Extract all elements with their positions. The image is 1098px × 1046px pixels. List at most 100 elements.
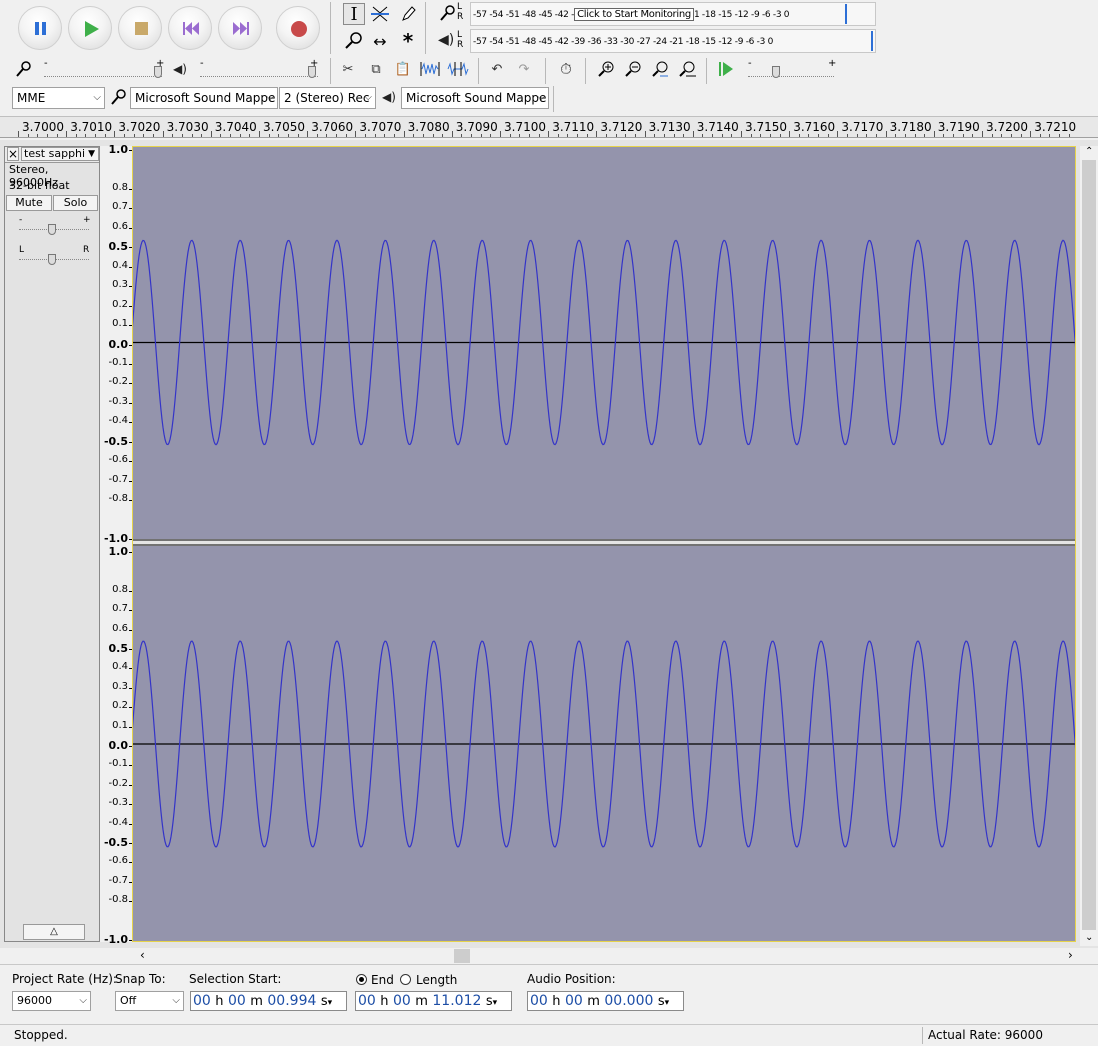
scroll-left-icon[interactable]: ‹ — [140, 948, 145, 962]
silence-button[interactable] — [446, 58, 470, 80]
sync-lock-button[interactable]: ⏱ — [554, 58, 578, 80]
copy-icon: ⧉ — [371, 61, 381, 77]
ruler-tick — [953, 134, 955, 137]
stop-icon — [135, 22, 148, 35]
gain-slider-thumb[interactable] — [48, 224, 56, 235]
end-radio[interactable] — [356, 974, 367, 985]
playback-volume-thumb[interactable] — [308, 66, 316, 78]
paste-button[interactable]: 📋 — [391, 58, 415, 80]
time-shift-tool[interactable]: ↔ — [369, 30, 391, 52]
scroll-down-icon[interactable]: ⌄ — [1085, 932, 1093, 943]
zoom-out-button[interactable] — [621, 58, 645, 80]
project-rate-select[interactable]: 96000 ⌵ — [12, 991, 91, 1011]
playback-volume-slider[interactable] — [200, 64, 318, 77]
amplitude-ruler[interactable]: 1.0 0.8 0.7 0.6 0.5 0.4 0.3 0.2 0.1 0.0 -0.1 -0.2 -0… — [100, 143, 132, 946]
envelope-tool[interactable] — [369, 3, 391, 25]
stop-button[interactable] — [118, 6, 162, 50]
recording-volume-slider[interactable] — [44, 64, 162, 77]
ruler-tick — [451, 131, 453, 137]
solo-button[interactable]: Solo — [53, 195, 98, 211]
close-track-button[interactable]: × — [7, 147, 19, 161]
snap-to-label: Snap To: — [115, 972, 166, 986]
skip-to-start-button[interactable] — [168, 6, 212, 50]
monitoring-tooltip[interactable]: Click to Start Monitoring — [574, 8, 694, 21]
fit-project-button[interactable] — [675, 58, 699, 80]
selection-end-field[interactable]: 00 h 00 m 11.012 s▾ — [355, 991, 512, 1011]
ruler-tick — [374, 134, 376, 137]
redo-button[interactable]: ↷ — [512, 58, 536, 80]
amplitude-label: -0.8 — [108, 493, 128, 505]
mute-button[interactable]: Mute — [6, 195, 52, 211]
ruler-tick — [27, 134, 29, 137]
record-button[interactable] — [276, 6, 320, 50]
ruler-tick — [422, 134, 424, 137]
separator — [585, 58, 586, 84]
multi-tool[interactable]: * — [397, 29, 419, 53]
ruler-tick — [914, 134, 916, 137]
scroll-right-icon[interactable]: › — [1068, 948, 1073, 962]
vertical-scroll-thumb[interactable] — [1082, 160, 1096, 930]
play-speed-thumb[interactable] — [772, 66, 780, 78]
project-rate-value: 96000 — [17, 994, 52, 1007]
ruler-tick — [933, 131, 935, 137]
horizontal-scroll-thumb[interactable] — [454, 949, 470, 963]
audio-position-field[interactable]: 00 h 00 m 00.000 s▾ — [527, 991, 684, 1011]
recording-channels-select[interactable]: 2 (Stereo) Rec ⌵ — [279, 87, 376, 109]
ruler-tick — [856, 134, 858, 137]
scissors-icon: ✂ — [342, 61, 354, 77]
ruler-tick — [220, 134, 222, 137]
play-button[interactable] — [68, 6, 112, 50]
speaker-icon: ◀) — [173, 62, 187, 76]
collapse-track-button[interactable]: △ — [23, 924, 85, 940]
recording-volume-thumb[interactable] — [154, 66, 162, 78]
snap-to-select[interactable]: Off ⌵ — [115, 991, 184, 1011]
ruler-tick — [85, 134, 87, 137]
length-radio[interactable] — [400, 974, 411, 985]
play-speed-slider[interactable] — [748, 64, 834, 77]
amplitude-label: -0.5 — [103, 836, 128, 849]
cut-button[interactable]: ✂ — [336, 58, 360, 80]
speaker-icon: ◀) — [382, 90, 396, 104]
amplitude-label: -0.6 — [108, 454, 128, 466]
length-label: Length — [416, 973, 458, 987]
trim-button[interactable] — [418, 58, 442, 80]
amplitude-label: 0.6 — [112, 622, 128, 634]
ruler-tick — [152, 134, 154, 137]
unit-m: m — [587, 994, 600, 1009]
ruler-tick — [837, 131, 839, 137]
timeline-ruler[interactable]: 3.7000 3.7010 3.7020 3.7030 3.7040 3.7050 3.70… — [0, 116, 1098, 138]
track-control-panel[interactable]: × test sapphi ▼ Stereo, 96000Hz 32-bit fl… — [4, 146, 100, 942]
position-minutes: 00 — [564, 993, 583, 1009]
selection-tool[interactable]: I — [343, 3, 365, 25]
playback-device-select[interactable]: Microsoft Sound Mappe ⌵ — [401, 87, 549, 109]
track-menu-button[interactable]: test sapphi ▼ — [21, 147, 99, 161]
fit-selection-button[interactable] — [648, 58, 672, 80]
horizontal-scrollbar[interactable]: ‹ › — [132, 948, 1080, 964]
draw-tool[interactable] — [397, 3, 419, 25]
ruler-tick — [779, 134, 781, 137]
selection-start-field[interactable]: 00 h 00 m 00.994 s▾ — [190, 991, 347, 1011]
undo-button[interactable]: ↶ — [485, 58, 509, 80]
scroll-up-icon[interactable]: ⌃ — [1085, 146, 1093, 157]
zoom-tool[interactable] — [343, 30, 365, 52]
copy-button[interactable]: ⧉ — [364, 58, 388, 80]
ruler-tick — [403, 131, 405, 137]
paste-icon: 📋 — [394, 61, 412, 77]
ruler-label: 3.7020 — [118, 120, 161, 134]
pause-button[interactable] — [18, 6, 62, 50]
zoom-in-button[interactable] — [594, 58, 618, 80]
playback-meter[interactable]: -57 -54 -51 -48 -45 -42 -39 -36 -33 -30 … — [470, 29, 876, 53]
recording-device-select[interactable]: Microsoft Sound Mappe ⌵ — [130, 87, 278, 109]
recording-meter[interactable]: -57 -54 -51 -48 -45 -42 - Click to Start … — [470, 2, 876, 26]
selection-toolbar: Project Rate (Hz): 96000 ⌵ Snap To: Off ⌵ … — [0, 964, 1098, 1025]
vertical-scrollbar[interactable]: ⌃ ⌄ — [1080, 146, 1098, 946]
skip-to-end-button[interactable] — [218, 6, 262, 50]
ruler-tick — [557, 134, 559, 137]
ruler-tick — [654, 134, 656, 137]
waveform-display[interactable] — [132, 146, 1076, 942]
double-arrow-icon: ↔ — [373, 31, 387, 51]
audio-host-select[interactable]: MME ⌵ — [12, 87, 105, 109]
play-at-speed-button[interactable] — [714, 58, 738, 80]
pan-slider-thumb[interactable] — [48, 254, 56, 265]
magnifier-icon — [345, 32, 362, 49]
